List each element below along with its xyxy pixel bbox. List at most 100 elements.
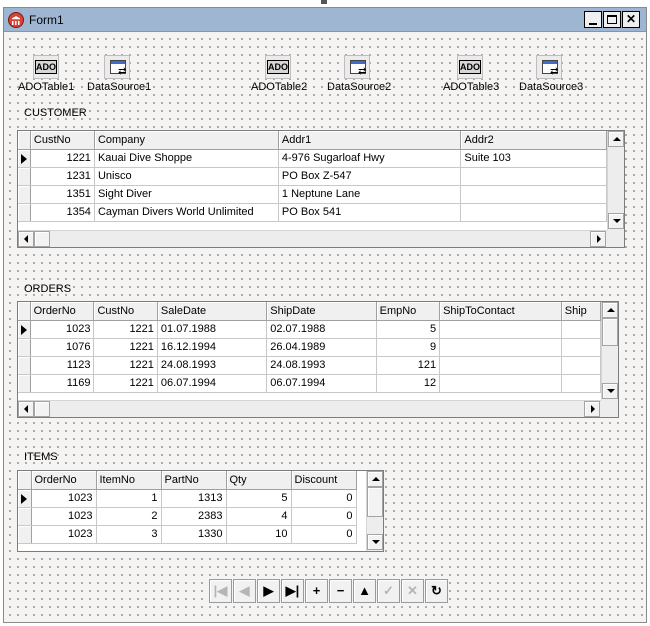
table-cell[interactable]: 5 bbox=[376, 320, 441, 339]
title-bar[interactable]: Form1 ✕ bbox=[4, 8, 646, 32]
table-cell[interactable] bbox=[439, 338, 562, 357]
scroll-left-button[interactable] bbox=[18, 401, 34, 417]
table-cell[interactable]: 1221 bbox=[93, 374, 158, 393]
minimize-button[interactable] bbox=[584, 11, 602, 28]
table-cell[interactable]: 1313 bbox=[161, 489, 227, 508]
table-cell[interactable]: 4 bbox=[226, 507, 292, 526]
column-header[interactable]: OrderNo bbox=[30, 302, 95, 321]
table-row[interactable]: 1169 1221 06.07.1994 06.07.1994 12 bbox=[18, 374, 601, 393]
table-row[interactable]: 1354 Cayman Divers World Unlimited PO Bo… bbox=[18, 203, 607, 222]
app-icon[interactable] bbox=[8, 12, 24, 28]
table-cell[interactable]: 1330 bbox=[161, 525, 227, 544]
table-cell[interactable]: 0 bbox=[291, 525, 357, 544]
adotable2-icon[interactable]: ADO bbox=[263, 53, 293, 83]
table-cell[interactable]: 1354 bbox=[30, 203, 95, 222]
scroll-thumb[interactable] bbox=[34, 231, 50, 247]
table-cell[interactable] bbox=[561, 338, 601, 357]
table-cell[interactable]: 1123 bbox=[30, 356, 95, 375]
table-cell[interactable] bbox=[460, 203, 607, 222]
table-cell[interactable]: 16.12.1994 bbox=[157, 338, 268, 357]
table-cell[interactable]: 1221 bbox=[93, 338, 158, 357]
orders-vertical-scrollbar[interactable] bbox=[601, 302, 618, 400]
column-header[interactable]: Addr1 bbox=[278, 131, 462, 150]
table-cell[interactable]: 10 bbox=[226, 525, 292, 544]
table-cell[interactable]: 06.07.1994 bbox=[266, 374, 377, 393]
table-cell[interactable] bbox=[460, 167, 607, 186]
scroll-down-button[interactable] bbox=[602, 383, 618, 399]
table-row[interactable]: 1023 3 1330 10 0 bbox=[18, 525, 357, 544]
nav-insert-button[interactable]: + bbox=[305, 579, 328, 603]
table-cell[interactable]: 1 bbox=[96, 489, 162, 508]
adotable1-icon[interactable]: ADO bbox=[31, 53, 61, 83]
customer-horizontal-scrollbar[interactable] bbox=[18, 230, 607, 247]
column-header[interactable]: Ship bbox=[561, 302, 601, 321]
table-cell[interactable]: 9 bbox=[376, 338, 441, 357]
table-cell[interactable]: Unisco bbox=[94, 167, 279, 186]
scroll-thumb[interactable] bbox=[34, 401, 50, 417]
datasource3-icon[interactable]: ⇄ bbox=[534, 53, 564, 83]
nav-delete-button[interactable]: − bbox=[329, 579, 352, 603]
nav-prior-button[interactable]: ◀ bbox=[233, 579, 256, 603]
orders-horizontal-scrollbar[interactable] bbox=[18, 400, 601, 417]
table-cell[interactable] bbox=[561, 356, 601, 375]
column-header[interactable]: Discount bbox=[291, 471, 357, 490]
column-header[interactable]: EmpNo bbox=[376, 302, 441, 321]
scroll-down-button[interactable] bbox=[608, 213, 624, 229]
column-header[interactable]: ShipDate bbox=[266, 302, 377, 321]
items-vertical-scrollbar[interactable] bbox=[366, 471, 383, 551]
table-cell[interactable]: 1 Neptune Lane bbox=[278, 185, 462, 204]
orders-grid[interactable]: OrderNo CustNo SaleDate ShipDate EmpNo S… bbox=[17, 301, 619, 418]
datasource1-icon[interactable]: ⇄ bbox=[102, 53, 132, 83]
table-cell[interactable]: Kauai Dive Shoppe bbox=[94, 149, 279, 168]
table-row[interactable]: 1023 1221 01.07.1988 02.07.1988 5 bbox=[18, 320, 601, 339]
column-header[interactable]: SaleDate bbox=[157, 302, 268, 321]
scroll-down-button[interactable] bbox=[367, 534, 383, 550]
table-cell[interactable]: 1076 bbox=[30, 338, 95, 357]
table-cell[interactable]: 0 bbox=[291, 507, 357, 526]
table-cell[interactable]: 3 bbox=[96, 525, 162, 544]
column-header[interactable]: Qty bbox=[226, 471, 292, 490]
table-cell[interactable]: 1023 bbox=[31, 525, 97, 544]
table-cell[interactable]: 0 bbox=[291, 489, 357, 508]
nav-refresh-button[interactable]: ↻ bbox=[425, 579, 448, 603]
table-cell[interactable]: 12 bbox=[376, 374, 441, 393]
table-cell[interactable]: Sight Diver bbox=[94, 185, 279, 204]
items-grid[interactable]: OrderNo ItemNo PartNo Qty Discount 1023 … bbox=[17, 470, 384, 552]
scroll-up-button[interactable] bbox=[608, 131, 624, 147]
table-cell[interactable]: 1023 bbox=[30, 320, 95, 339]
maximize-button[interactable] bbox=[603, 11, 621, 28]
table-cell[interactable]: 2383 bbox=[161, 507, 227, 526]
customer-grid[interactable]: CustNo Company Addr1 Addr2 1221 Kauai Di… bbox=[17, 130, 625, 248]
nav-last-button[interactable]: ▶| bbox=[281, 579, 304, 603]
table-cell[interactable]: Suite 103 bbox=[460, 149, 607, 168]
scroll-thumb[interactable] bbox=[602, 318, 618, 346]
table-cell[interactable]: 02.07.1988 bbox=[266, 320, 377, 339]
nav-cancel-button[interactable]: ✕ bbox=[401, 579, 424, 603]
customer-vertical-scrollbar[interactable] bbox=[607, 131, 624, 230]
column-header[interactable]: Company bbox=[94, 131, 279, 150]
table-row[interactable]: 1076 1221 16.12.1994 26.04.1989 9 bbox=[18, 338, 601, 357]
table-row[interactable]: 1351 Sight Diver 1 Neptune Lane bbox=[18, 185, 607, 204]
scroll-left-button[interactable] bbox=[18, 231, 34, 247]
table-cell[interactable]: Cayman Divers World Unlimited bbox=[94, 203, 279, 222]
nav-next-button[interactable]: ▶ bbox=[257, 579, 280, 603]
table-cell[interactable]: 4-976 Sugarloaf Hwy bbox=[278, 149, 462, 168]
datasource2-icon[interactable]: ⇄ bbox=[342, 53, 372, 83]
table-row[interactable]: 1231 Unisco PO Box Z-547 bbox=[18, 167, 607, 186]
table-cell[interactable] bbox=[460, 185, 607, 204]
column-header[interactable]: Addr2 bbox=[460, 131, 607, 150]
table-cell[interactable]: PO Box 541 bbox=[278, 203, 462, 222]
scroll-right-button[interactable] bbox=[590, 231, 606, 247]
table-cell[interactable]: 01.07.1988 bbox=[157, 320, 268, 339]
close-button[interactable]: ✕ bbox=[622, 11, 640, 28]
table-cell[interactable]: 1221 bbox=[93, 356, 158, 375]
table-cell[interactable] bbox=[439, 356, 562, 375]
form-client-area[interactable]: ADO ADOTable1 ⇄ DataSource1 ADO ADOTable… bbox=[4, 33, 646, 622]
table-row[interactable]: 1221 Kauai Dive Shoppe 4-976 Sugarloaf H… bbox=[18, 149, 607, 168]
table-cell[interactable]: 5 bbox=[226, 489, 292, 508]
column-header[interactable]: ShipToContact bbox=[439, 302, 562, 321]
nav-post-button[interactable]: ✓ bbox=[377, 579, 400, 603]
table-row[interactable]: 1123 1221 24.08.1993 24.08.1993 121 bbox=[18, 356, 601, 375]
table-cell[interactable]: 26.04.1989 bbox=[266, 338, 377, 357]
table-cell[interactable]: 1221 bbox=[93, 320, 158, 339]
